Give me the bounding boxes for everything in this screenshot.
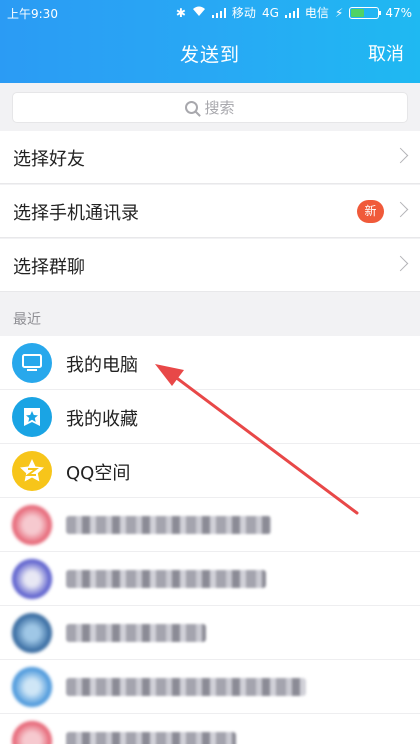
recent-item-blurred[interactable] xyxy=(0,498,420,552)
chevron-right-icon xyxy=(392,147,409,164)
blurred-name xyxy=(66,732,236,744)
recent-name: QQ空间 xyxy=(66,463,131,484)
charging-icon: ⚡ xyxy=(334,5,344,20)
recent-name: 我的收藏 xyxy=(66,409,138,430)
bluetooth-icon: ✱ xyxy=(175,5,186,20)
avatar xyxy=(12,505,52,545)
blurred-name xyxy=(66,516,271,534)
avatar xyxy=(12,559,52,599)
chevron-right-icon xyxy=(392,255,409,272)
status-bar: 上午9:30 ✱ 移动 4G 电信 ⚡ 47% xyxy=(0,0,420,24)
signal-icon xyxy=(211,7,226,18)
recent-item-qzone[interactable]: QQ空间 xyxy=(0,444,420,498)
recent-section-label: 最近 xyxy=(13,312,41,328)
carrier1-label: 移动 xyxy=(231,6,256,20)
search-icon xyxy=(185,101,199,114)
recent-name: 我的电脑 xyxy=(66,355,138,376)
status-time: 上午9:30 xyxy=(7,7,58,21)
status-icons: ✱ 移动 4G 电信 ⚡ 47% xyxy=(176,4,412,21)
battery-fill xyxy=(351,8,364,17)
cancel-button[interactable]: 取消 xyxy=(368,40,404,66)
recent-item-blurred[interactable] xyxy=(0,606,420,660)
battery-icon xyxy=(349,6,382,19)
search-placeholder: 搜索 xyxy=(204,99,235,117)
wifi-icon xyxy=(192,6,206,20)
top-bar: 上午9:30 ✱ 移动 4G 电信 ⚡ 47% 发送到 取消 xyxy=(0,0,420,83)
network-label: 4G xyxy=(261,5,279,20)
recent-item-blurred[interactable] xyxy=(0,660,420,714)
select-groups-row[interactable]: 选择群聊 xyxy=(0,239,420,292)
blurred-name xyxy=(66,678,306,696)
computer-icon xyxy=(12,343,52,383)
search-area: 搜索 xyxy=(0,83,420,131)
new-badge: 新 xyxy=(357,200,384,223)
blurred-name xyxy=(66,624,206,642)
select-contacts-row[interactable]: 选择手机通讯录 新 xyxy=(0,185,420,238)
recent-item-my-computer[interactable]: 我的电脑 xyxy=(0,336,420,390)
recent-item-blurred[interactable] xyxy=(0,552,420,606)
qzone-icon xyxy=(12,451,52,491)
page-title: 发送到 xyxy=(179,44,240,66)
avatar xyxy=(12,613,52,653)
avatar xyxy=(12,721,52,744)
blurred-name xyxy=(66,570,266,588)
select-groups-label: 选择群聊 xyxy=(13,257,85,278)
recent-item-blurred[interactable] xyxy=(0,714,420,744)
select-contacts-label: 选择手机通讯录 xyxy=(13,203,139,224)
carrier2-label: 电信 xyxy=(304,6,329,20)
signal-icon-2 xyxy=(284,7,299,18)
search-input[interactable]: 搜索 xyxy=(12,92,408,123)
recent-item-favorites[interactable]: 我的收藏 xyxy=(0,390,420,444)
select-friends-row[interactable]: 选择好友 xyxy=(0,131,420,184)
avatar xyxy=(12,667,52,707)
favorites-icon xyxy=(12,397,52,437)
chevron-right-icon xyxy=(392,201,409,218)
battery-percent: 47% xyxy=(385,5,412,20)
select-friends-label: 选择好友 xyxy=(13,149,85,170)
